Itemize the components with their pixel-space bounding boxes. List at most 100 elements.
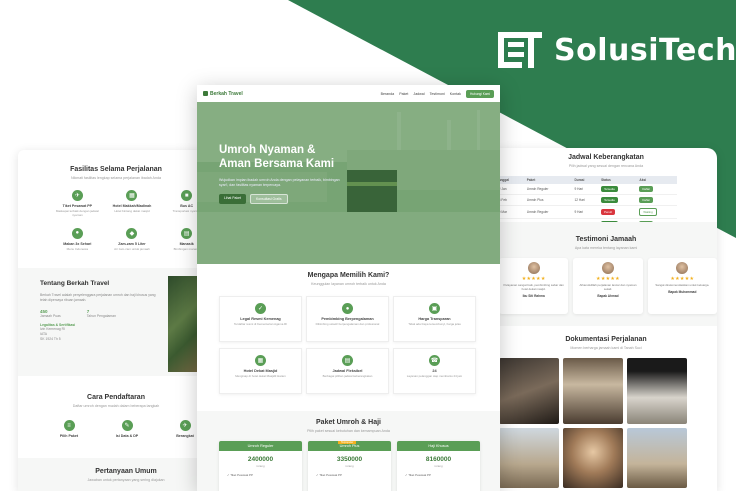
food-icon: ● <box>71 227 83 239</box>
package-name: Haji Khusus <box>397 441 480 451</box>
documentation-subtitle: Momen berharga jamaah kami di Tanah Suci <box>570 346 642 350</box>
facility-label: Hotel Makkah/Madinah <box>112 204 152 208</box>
gallery-photo[interactable] <box>627 428 687 488</box>
feature-card: ☎ 24 Layanan pelanggan siap membantu 24 … <box>393 348 476 394</box>
package-card[interactable]: Haji Khusus 8160000 /orang ✓ Tiket Pesaw… <box>397 441 480 491</box>
left-preview-card: Fasilitas Selama Perjalanan Nikmati fasi… <box>18 150 214 491</box>
facility-label: Zam-zam 5 Liter <box>118 241 146 246</box>
free-consultation-button[interactable]: Konsultasi Gratis <box>249 193 288 204</box>
feature-card: ▤ Jadwal Fleksibel Berbagai pilihan jadw… <box>306 348 389 394</box>
site-logo[interactable]: Berkah Travel <box>203 91 243 97</box>
nav-link-testimoni[interactable]: Testimoni <box>430 92 445 96</box>
package-price: 2400000 <box>247 456 274 463</box>
star-rating-icon: ★★★★★ <box>521 276 546 282</box>
cell-paket: Umroh Plus <box>524 194 573 206</box>
package-price: 8160000 <box>425 456 452 463</box>
cell-durasi: 9 Hari <box>572 184 600 195</box>
status-badge: Tersedia <box>601 186 618 192</box>
faq-subtitle: Jawaban untuk pertanyaan yang sering dia… <box>87 478 165 482</box>
packages-title: Paket Umroh & Haji <box>316 419 381 426</box>
feature-label: Harga Transparan <box>418 317 451 321</box>
daftar-button[interactable]: Daftar <box>639 197 654 203</box>
status-badge: Tersedia <box>601 197 618 203</box>
table-row: 25 Feb Umroh Plus 12 Hari Tersedia Dafta… <box>495 194 677 206</box>
nav-link-jadwal[interactable]: Jadwal <box>413 92 424 96</box>
gallery-photo[interactable] <box>563 358 623 424</box>
facilities-subtitle: Nikmati fasilitas lengkap selama perjala… <box>71 176 161 180</box>
testimonial-quote: Sangat direkomendasikan untuk keluarga. <box>655 283 710 287</box>
gallery-photo[interactable] <box>627 358 687 424</box>
why-choose-us-section: Mengapa Memilih Kami? Keunggulan layanan… <box>197 264 500 411</box>
list-icon: ≡ <box>63 420 75 431</box>
facilities-title: Fasilitas Selama Perjalanan <box>70 166 162 173</box>
hero-title: Umroh Nyaman & Aman Bersama Kami <box>219 144 335 170</box>
feature-label: Pembimbing Berpengalaman <box>321 317 374 321</box>
table-header: Durasi <box>572 176 600 184</box>
nav-link-beranda[interactable]: Beranda <box>381 92 395 96</box>
packages-section: Paket Umroh & Haji Pilih paket sesuai ke… <box>197 411 500 491</box>
testimonial-card: ★★★★★ Alhamdulillah perjalanan lancar da… <box>573 258 643 314</box>
feature-desc: Layanan pelanggan siap membantu 24 jam <box>406 374 463 378</box>
stat-label: Tahun Pengalaman <box>86 313 116 318</box>
ticket-icon: ▣ <box>429 303 440 314</box>
phone-icon: ☎ <box>429 355 440 366</box>
avatar <box>676 262 689 274</box>
nav-link-paket[interactable]: Paket <box>399 92 408 96</box>
schedule-section: Jadwal Keberangkatan Pilih jadwal yang s… <box>495 148 717 230</box>
form-icon: ✎ <box>121 420 133 431</box>
cell-durasi: 12 Hari <box>572 194 600 206</box>
book-icon: ▤ <box>181 227 193 239</box>
main-preview-card: Berkah Travel Beranda Paket Jadwal Testi… <box>197 85 500 491</box>
water-icon: ◆ <box>126 227 138 239</box>
steps-title: Cara Pendaftaran <box>87 394 145 401</box>
table-row: 10 Mar Umroh Reguler 9 Hari Penuh Waitin… <box>495 205 677 219</box>
package-card[interactable]: Umroh Reguler 2400000 /orang ✓ Tiket Pes… <box>219 441 302 491</box>
testimonials-title: Testimoni Jamaah <box>575 236 637 243</box>
feature-card: ▣ Harga Transparan Tidak ada biaya terse… <box>393 296 476 342</box>
status-badge: Penuh <box>601 209 616 215</box>
documentation-section: Dokumentasi Perjalanan Momen berharga ja… <box>495 326 717 491</box>
gallery-photo[interactable] <box>499 428 559 488</box>
plane-icon: ✈ <box>71 190 83 201</box>
hotel-icon: ▦ <box>126 190 138 201</box>
steps-subtitle: Daftar umroh dengan mudah dalam beberapa… <box>72 404 160 408</box>
contact-button[interactable]: Hubungi Kami <box>465 89 494 98</box>
waiting-button[interactable]: Waiting <box>639 208 657 216</box>
testimonial-name: Bapak Muhammad <box>668 289 697 294</box>
cell-paket: Umroh Reguler <box>524 184 573 195</box>
view-packages-button[interactable]: Lihat Paket <box>219 193 246 204</box>
package-feature-text: Tiket Pesawat PP <box>408 473 431 477</box>
user-icon: ● <box>342 303 353 314</box>
daftar-button[interactable]: Daftar <box>639 186 654 192</box>
solusitech-logo-icon <box>498 32 542 68</box>
schedule-title: Jadwal Keberangkatan <box>568 154 644 161</box>
facility-desc: Air zam-zam untuk jamaah <box>114 246 150 251</box>
brand-logo: SolusiTech. <box>498 32 736 68</box>
bus-icon: ■ <box>181 190 193 201</box>
gallery-photo[interactable] <box>563 428 623 488</box>
star-rating-icon: ★★★★★ <box>596 276 620 282</box>
feature-desc: Menginap di hotel dekat Masjidil Haram <box>235 374 286 378</box>
hero-subtitle: Wujudkan impian ibadah umroh Anda dengan… <box>219 177 340 187</box>
step-label: Pilih Paket <box>59 434 79 438</box>
package-feature-text: Tiket Pesawat PP <box>319 473 342 477</box>
feature-card: ▦ Hotel Dekat Masjid Menginap di hotel d… <box>219 348 302 394</box>
faq-section: Pertanyaan Umum Jawaban untuk pertanyaan… <box>18 458 214 491</box>
testimonial-quote: Pelayanan sangat baik, pembimbing sabar … <box>503 283 564 291</box>
feature-label: 24 <box>432 369 437 373</box>
avatar <box>527 262 540 274</box>
schedule-subtitle: Pilih jadwal yang sesuai dengan rencana … <box>568 164 644 168</box>
step-item: ✎ Isi Data & DP <box>105 420 149 438</box>
package-unit: /orang <box>256 464 265 468</box>
right-preview-card: Jadwal Keberangkatan Pilih jadwal yang s… <box>495 148 717 491</box>
nav-link-kontak[interactable]: Kontak <box>450 92 461 96</box>
gallery-photo[interactable] <box>499 358 559 424</box>
why-title: Mengapa Memilih Kami? <box>307 272 390 279</box>
feature-desc: Berbagai pilihan jadwal keberangkatan <box>322 374 373 378</box>
cell-paket: Umroh Reguler <box>524 205 573 219</box>
plane-icon: ✈ <box>179 420 191 431</box>
testimonial-name: Ibu Siti Rahma <box>522 293 545 298</box>
testimonials-section: Testimoni Jamaah Apa kata mereka tentang… <box>495 222 717 326</box>
facility-desc: Menu Indonesia <box>66 246 88 251</box>
package-card[interactable]: Umroh Plus Terpopuler 3350000 /orang ✓ T… <box>308 441 391 491</box>
